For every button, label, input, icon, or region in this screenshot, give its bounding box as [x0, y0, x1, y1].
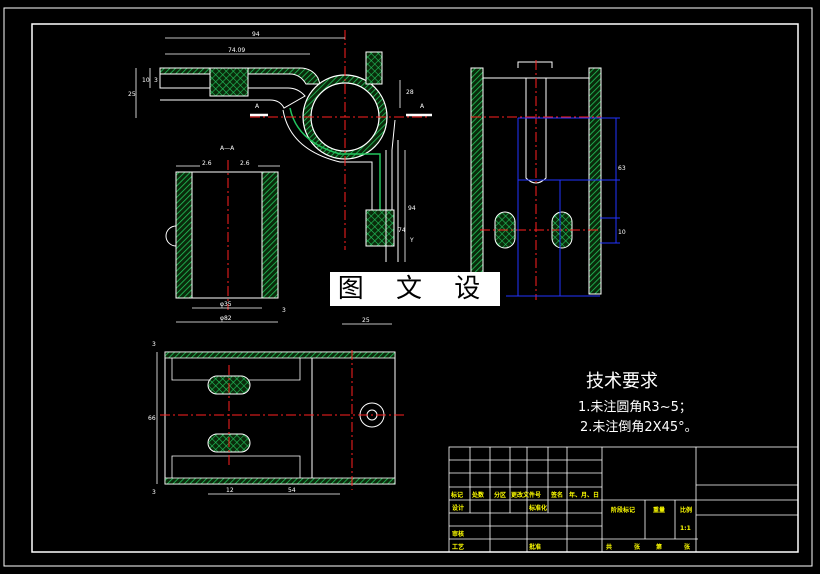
- dim-63: 63: [618, 165, 626, 172]
- tb-approve: 批准: [529, 543, 541, 551]
- tb-weight: 重量: [653, 506, 665, 514]
- dim-66: 66: [148, 415, 156, 422]
- tb-sheet-no: 第: [655, 543, 662, 551]
- dim-12: 12: [226, 487, 234, 494]
- dim-3-plan-bottom: 3: [152, 489, 156, 496]
- tb-change-doc: 更改文件号: [511, 491, 541, 499]
- tech-requirement-1: 1.未注圆角R3~5；: [578, 400, 692, 415]
- tb-date: 年、月、日: [569, 491, 599, 499]
- tech-requirement-2: 2.未注倒角2X45°。: [580, 420, 698, 435]
- dim-3-mid: 3: [282, 307, 286, 314]
- watermark-banner: 图 文 设 计: [330, 272, 500, 338]
- section-mark-y: Y: [409, 237, 414, 244]
- tb-scale: 比例: [680, 506, 692, 514]
- section-mark-a: A: [255, 103, 260, 110]
- dim-25: 25: [128, 91, 136, 98]
- dim-2-6-left: 2.6: [202, 160, 212, 167]
- section-title-aa: A—A: [220, 145, 235, 152]
- dim-74: 74: [398, 227, 406, 234]
- tb-process: 工艺: [452, 543, 464, 551]
- tb-sheet-no-unit: 张: [684, 543, 691, 551]
- dim-10-right: 10: [618, 229, 626, 236]
- tb-stage-mark: 阶段标记: [611, 506, 635, 514]
- dim-25-bottom: 25: [362, 317, 370, 324]
- tech-requirements-title: 技术要求: [586, 371, 658, 392]
- tb-design: 设计: [452, 504, 464, 512]
- tech-requirements: 技术要求 1.未注圆角R3~5； 2.未注倒角2X45°。: [578, 371, 698, 435]
- dim-phi35: φ35: [220, 301, 232, 308]
- dim-10: 10: [142, 77, 150, 84]
- dim-2-6-right: 2.6: [240, 160, 250, 167]
- section-view-a-a: A—A 2.6 2.6 φ35 φ82 3: [165, 145, 286, 323]
- tb-sheets-total: 共: [606, 543, 612, 551]
- dim-3-top: 3: [154, 77, 158, 84]
- tb-scale-value: 1:1: [680, 525, 691, 532]
- tb-count: 处数: [471, 491, 485, 499]
- tb-review: 审核: [452, 530, 464, 538]
- dim-54: 54: [288, 487, 296, 494]
- tb-signature: 签名: [550, 491, 563, 499]
- tb-sheets-total-unit: 张: [634, 543, 641, 551]
- dim-94-side: 94: [408, 205, 416, 212]
- tb-zone: 分区: [494, 491, 506, 499]
- section-mark-a2: A: [420, 103, 425, 110]
- plan-view: 66 3 3 12 54: [148, 341, 405, 496]
- side-view: 63 10: [470, 60, 626, 300]
- dim-phi82: φ82: [220, 315, 232, 322]
- tb-mark: 标记: [450, 491, 463, 499]
- dim-3-plan-top: 3: [152, 341, 156, 348]
- tb-standardize: 标准化: [528, 504, 547, 512]
- dim-74-09: 74.09: [228, 47, 245, 54]
- title-block: 标记 处数 分区 更改文件号 签名 年、月、日 设计 标准化 阶段标记 重量 比…: [448, 446, 799, 553]
- drawing-sheet: A A Y 94 74.09 25 10 3 28 94 74 25 A—A 2…: [0, 0, 820, 574]
- dim-28: 28: [406, 89, 414, 96]
- dim-94-top: 94: [252, 31, 260, 38]
